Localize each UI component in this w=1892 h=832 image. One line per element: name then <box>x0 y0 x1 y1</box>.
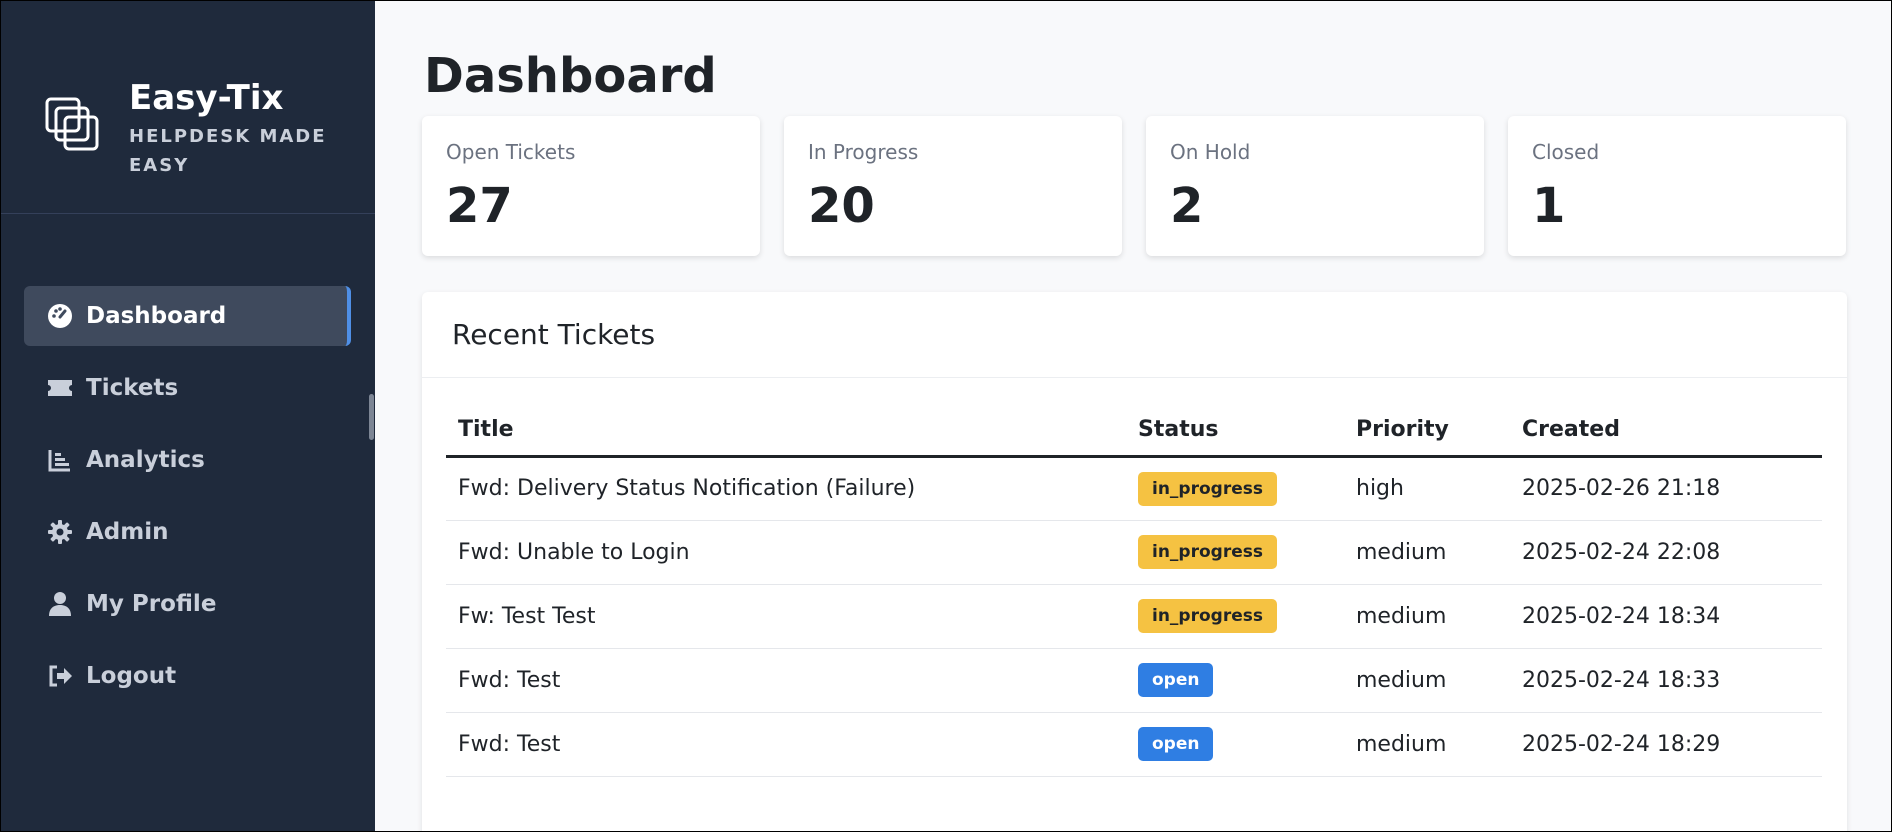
sidebar-item-label: Analytics <box>86 447 205 473</box>
status-badge: in_progress <box>1138 471 1277 506</box>
priority-cell: medium <box>1344 648 1510 713</box>
column-header-title: Title <box>446 404 1126 458</box>
recent-tickets-panel: Recent Tickets Title Status Priority Cre… <box>422 292 1847 832</box>
bar-chart-icon <box>46 446 74 474</box>
table-row[interactable]: Fw: Test Test in_progress medium 2025-02… <box>446 584 1822 649</box>
priority-cell: high <box>1344 456 1510 521</box>
status-badge: open <box>1138 727 1214 761</box>
status-badge: in_progress <box>1138 599 1277 633</box>
column-header-created: Created <box>1510 404 1822 458</box>
table-row[interactable]: Fwd: Unable to Login in_progress medium … <box>446 520 1822 585</box>
stat-value: 20 <box>808 178 875 234</box>
stat-label: In Progress <box>808 140 919 164</box>
panel-header: Recent Tickets <box>422 292 1847 378</box>
table-header-row: Title Status Priority Created <box>446 404 1822 458</box>
sidebar-item-dashboard[interactable]: Dashboard <box>24 286 351 346</box>
status-cell: in_progress <box>1126 520 1344 585</box>
sidebar: Easy-Tix HELPDESK MADE EASY Dashboard Ti… <box>0 0 375 832</box>
stat-value: 2 <box>1170 178 1204 234</box>
user-icon <box>46 590 74 618</box>
table-row[interactable]: Fwd: Test open medium 2025-02-24 18:29 <box>446 712 1822 777</box>
sidebar-item-logout[interactable]: Logout <box>24 646 351 706</box>
table-row[interactable]: Fwd: Delivery Status Notification (Failu… <box>446 456 1822 521</box>
sidebar-nav: Dashboard Tickets Analytics Admin My Pro… <box>24 286 351 718</box>
column-header-priority: Priority <box>1344 404 1510 458</box>
gear-icon <box>46 518 74 546</box>
created-cell: 2025-02-24 18:34 <box>1510 584 1822 649</box>
created-cell: 2025-02-24 22:08 <box>1510 520 1822 585</box>
stat-label: Open Tickets <box>446 140 576 164</box>
status-cell: open <box>1126 712 1344 777</box>
table-row[interactable]: Fwd: Test open medium 2025-02-24 18:33 <box>446 648 1822 713</box>
logout-icon <box>46 662 74 690</box>
stat-value: 1 <box>1532 178 1566 234</box>
brand-name: Easy-Tix <box>129 78 284 118</box>
created-cell: 2025-02-24 18:29 <box>1510 712 1822 777</box>
stat-value: 27 <box>446 178 513 234</box>
column-header-status: Status <box>1126 404 1344 458</box>
status-cell: open <box>1126 648 1344 713</box>
ticket-title[interactable]: Fwd: Test <box>446 648 1126 713</box>
created-cell: 2025-02-26 21:18 <box>1510 456 1822 521</box>
status-badge: in_progress <box>1138 535 1277 569</box>
priority-cell: medium <box>1344 712 1510 777</box>
stat-card-closed: Closed 1 <box>1508 116 1846 256</box>
stat-label: On Hold <box>1170 140 1251 164</box>
stat-card-open-tickets: Open Tickets 27 <box>422 116 760 256</box>
sidebar-item-admin[interactable]: Admin <box>24 502 351 562</box>
brand-tagline: HELPDESK MADE EASY <box>129 126 327 176</box>
ticket-title[interactable]: Fwd: Delivery Status Notification (Failu… <box>446 456 1126 521</box>
ticket-title[interactable]: Fwd: Test <box>446 712 1126 777</box>
brand: Easy-Tix HELPDESK MADE EASY <box>0 0 375 214</box>
stat-card-on-hold: On Hold 2 <box>1146 116 1484 256</box>
logo-icon <box>45 97 99 151</box>
page-title: Dashboard <box>424 48 717 104</box>
status-cell: in_progress <box>1126 584 1344 649</box>
sidebar-item-label: My Profile <box>86 591 217 617</box>
sidebar-item-analytics[interactable]: Analytics <box>24 430 351 490</box>
sidebar-item-label: Dashboard <box>86 303 227 329</box>
dashboard-gauge-icon <box>46 302 74 330</box>
sidebar-item-tickets[interactable]: Tickets <box>24 358 351 418</box>
sidebar-scrollbar[interactable] <box>369 394 374 440</box>
priority-cell: medium <box>1344 520 1510 585</box>
panel-title: Recent Tickets <box>452 318 656 351</box>
stat-card-in-progress: In Progress 20 <box>784 116 1122 256</box>
main-content: Dashboard Open Tickets 27 In Progress 20… <box>376 0 1892 832</box>
sidebar-item-label: Tickets <box>86 375 179 401</box>
status-badge: open <box>1138 663 1214 697</box>
ticket-title[interactable]: Fw: Test Test <box>446 584 1126 649</box>
ticket-icon <box>46 374 74 402</box>
sidebar-item-my-profile[interactable]: My Profile <box>24 574 351 634</box>
ticket-title[interactable]: Fwd: Unable to Login <box>446 520 1126 585</box>
stat-label: Closed <box>1532 140 1600 164</box>
stats-row: Open Tickets 27 In Progress 20 On Hold 2… <box>422 116 1846 256</box>
priority-cell: medium <box>1344 584 1510 649</box>
status-cell: in_progress <box>1126 456 1344 521</box>
sidebar-item-label: Logout <box>86 663 177 689</box>
recent-tickets-table: Title Status Priority Created Fwd: Deliv… <box>446 404 1822 777</box>
sidebar-item-label: Admin <box>86 519 169 545</box>
created-cell: 2025-02-24 18:33 <box>1510 648 1822 713</box>
